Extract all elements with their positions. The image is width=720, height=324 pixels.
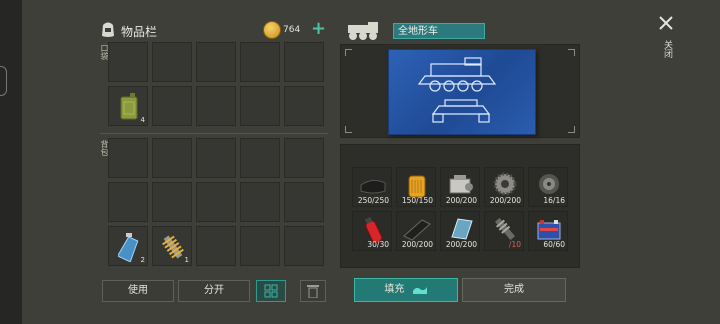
material-slot-engine[interactable]: 200/200 — [440, 167, 480, 207]
inventory-title: 物品栏 — [121, 25, 158, 39]
item-count: 2 — [140, 256, 145, 264]
rubber-sheet-icon — [360, 179, 386, 194]
pocket-slot-fuel[interactable]: 4 — [108, 86, 148, 126]
fill-button[interactable]: 填充 — [354, 278, 458, 302]
wave-fill-icon — [412, 287, 427, 294]
sort-grid-button[interactable] — [256, 280, 286, 302]
glass-pane-icon — [451, 218, 473, 240]
pocket-slot[interactable] — [196, 42, 236, 82]
vehicle-name: 全地形车 — [393, 23, 485, 39]
pocket-slot[interactable] — [152, 86, 192, 126]
trash-button[interactable] — [300, 280, 326, 302]
add-currency-button[interactable]: + — [311, 20, 326, 38]
blueprint-drawing-icon — [417, 57, 497, 123]
fill-label: 填充 — [384, 284, 405, 295]
backpack-slot[interactable] — [108, 182, 148, 222]
coin-icon — [263, 21, 281, 39]
backpack-slot[interactable] — [240, 182, 280, 222]
material-slot-glass[interactable]: 200/200 — [440, 211, 480, 251]
vehicle-blueprint — [388, 49, 536, 135]
currency-value: 764 — [283, 25, 301, 35]
backpack-slot[interactable] — [240, 138, 280, 178]
material-slot-battery[interactable]: 60/60 — [528, 211, 568, 251]
close-icon[interactable] — [656, 13, 676, 33]
pocket-slot[interactable] — [152, 42, 192, 82]
backpack-slot[interactable] — [196, 226, 236, 266]
material-count: 150/150 — [401, 196, 433, 205]
system-edge-bar — [0, 0, 22, 324]
engine-block-icon — [449, 175, 473, 194]
trash-icon — [307, 285, 319, 299]
backpack-slot[interactable] — [284, 182, 324, 222]
done-button[interactable]: 完成 — [462, 278, 566, 302]
material-slot-wheel-hub[interactable]: 16/16 — [528, 167, 568, 207]
material-count: 60/60 — [543, 240, 565, 249]
pocket-slot[interactable] — [240, 86, 280, 126]
wheel-hub-icon — [539, 174, 559, 194]
spring-shock-icon — [162, 235, 184, 259]
blueprint-panel — [340, 44, 580, 138]
frame-corner — [345, 126, 352, 133]
fuel-canister-icon — [120, 93, 138, 120]
material-count: 200/200 — [401, 240, 433, 249]
backpack-slot[interactable] — [152, 138, 192, 178]
pocket-slot[interactable] — [240, 42, 280, 82]
material-count: 200/200 — [445, 240, 477, 249]
backpack-slot[interactable] — [284, 226, 324, 266]
split-button[interactable]: 分开 — [178, 280, 250, 302]
gear-icon — [493, 172, 517, 196]
pocket-slot[interactable] — [108, 42, 148, 82]
pocket-slot[interactable] — [196, 86, 236, 126]
backpack-slot-water[interactable]: 2 — [108, 226, 148, 266]
material-slot-metal-plate[interactable]: 200/200 — [396, 211, 436, 251]
atv-vehicle-icon — [344, 21, 386, 41]
section-divider — [100, 133, 328, 134]
grid-icon — [264, 284, 278, 298]
item-count: 1 — [184, 256, 189, 264]
backpack-slot[interactable] — [284, 138, 324, 178]
edge-handle[interactable] — [0, 66, 7, 96]
frame-corner — [345, 49, 352, 56]
frame-corner — [568, 49, 575, 56]
use-button[interactable]: 使用 — [102, 280, 174, 302]
water-bottle-icon — [118, 233, 139, 262]
backpack-grid: 2 1 — [108, 138, 328, 270]
battery-icon — [537, 220, 561, 240]
material-slot-gear[interactable]: 200/200 — [484, 167, 524, 207]
material-count: 250/250 — [357, 196, 389, 205]
frame-corner — [568, 126, 575, 133]
material-count: /10 — [508, 240, 521, 249]
close-label[interactable]: 关闭 — [661, 40, 674, 58]
metal-plate-icon — [403, 219, 431, 241]
backpack-slot[interactable] — [196, 138, 236, 178]
material-count: 200/200 — [489, 196, 521, 205]
material-slot-rubber[interactable]: 250/250 — [352, 167, 392, 207]
backpack-slot[interactable] — [108, 138, 148, 178]
backpack-slot[interactable] — [152, 182, 192, 222]
pocket-slot[interactable] — [284, 86, 324, 126]
material-count: 16/16 — [543, 196, 565, 205]
backpack-slot[interactable] — [196, 182, 236, 222]
pocket-grid: 4 — [108, 42, 328, 130]
backpack-slot[interactable] — [240, 226, 280, 266]
drive-shaft-icon — [494, 217, 516, 241]
material-slot-oil-filter[interactable]: 150/150 — [396, 167, 436, 207]
item-count: 4 — [140, 116, 145, 124]
materials-panel: 250/250 150/150 200/200 200/200 16/16 30… — [340, 144, 580, 268]
material-count: 30/30 — [367, 240, 389, 249]
material-slot-extinguisher[interactable]: 30/30 — [352, 211, 392, 251]
material-slot-drive-shaft[interactable]: /10 — [484, 211, 524, 251]
backpack-icon — [98, 19, 118, 39]
material-count: 200/200 — [445, 196, 477, 205]
backpack-slot-spring[interactable]: 1 — [152, 226, 192, 266]
pocket-slot[interactable] — [284, 42, 324, 82]
